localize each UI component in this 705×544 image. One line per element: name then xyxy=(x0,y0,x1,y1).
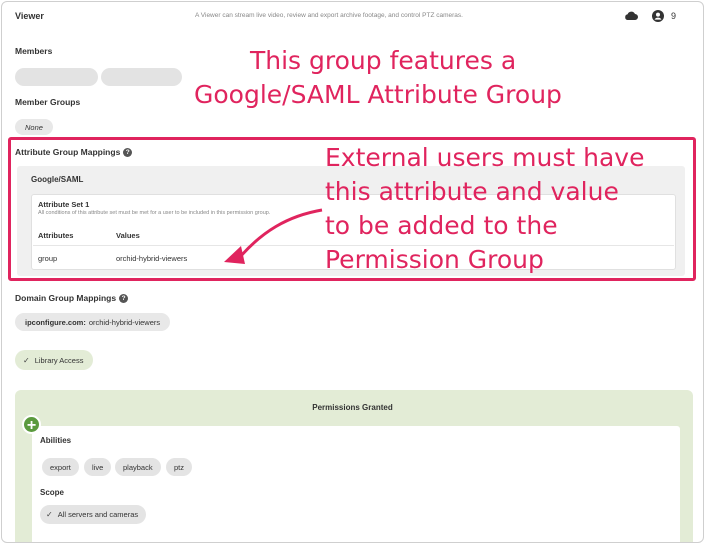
ability-chip[interactable]: live xyxy=(84,458,112,476)
ability-chip[interactable]: export xyxy=(42,458,79,476)
scope-value: All servers and cameras xyxy=(57,510,139,519)
domain-group-mappings-heading: Domain Group Mappings? xyxy=(15,293,129,304)
library-access-chip[interactable]: ✓ Library Access xyxy=(15,350,94,370)
library-access-label: Library Access xyxy=(34,355,84,365)
annotation-text: this attribute and value xyxy=(325,177,619,206)
help-icon[interactable]: ? xyxy=(119,294,129,304)
user-icon[interactable] xyxy=(652,10,664,22)
add-permission-button[interactable]: + xyxy=(22,415,41,434)
top-bar: Viewer A Viewer can stream live video, r… xyxy=(2,2,703,32)
annotation-text: Google/SAML Attribute Group xyxy=(194,80,562,109)
page-title: Viewer xyxy=(15,11,44,21)
annotation-arrow-icon xyxy=(224,208,323,264)
member-chip[interactable] xyxy=(15,68,98,86)
annotation-text: External users must have xyxy=(325,143,645,172)
annotation-text: to be added to the xyxy=(325,211,558,240)
member-groups-value: None xyxy=(15,119,53,135)
permissions-title: Permissions Granted xyxy=(312,403,393,412)
abilities-label: Abilities xyxy=(40,436,72,445)
domain-group-chip[interactable]: ipconfigure.com: orchid-hybrid-viewers xyxy=(15,313,171,331)
member-chip[interactable] xyxy=(101,68,182,86)
domain-group-name: orchid-hybrid-viewers xyxy=(88,317,161,327)
annotation-text: Permission Group xyxy=(325,245,544,274)
window-frame: Viewer A Viewer can stream live video, r… xyxy=(1,1,704,543)
members-label: Members xyxy=(15,46,53,56)
scope-label: Scope xyxy=(40,488,65,497)
domain-name: ipconfigure.com: xyxy=(25,317,86,327)
check-icon: ✓ xyxy=(23,355,30,365)
member-groups-label: Member Groups xyxy=(15,97,81,107)
annotation-text: This group features a xyxy=(250,46,517,75)
permissions-card xyxy=(32,426,680,542)
ability-chip[interactable]: ptz xyxy=(166,458,193,476)
page-description: A Viewer can stream live video, review a… xyxy=(195,12,463,19)
cloud-icon[interactable] xyxy=(624,10,638,21)
check-icon: ✓ xyxy=(46,510,53,519)
user-count: 9 xyxy=(671,11,677,21)
domain-group-mappings-label: Domain Group Mappings xyxy=(15,293,117,303)
ability-chip[interactable]: playback xyxy=(115,458,161,476)
scope-chip[interactable]: ✓ All servers and cameras xyxy=(40,505,147,524)
